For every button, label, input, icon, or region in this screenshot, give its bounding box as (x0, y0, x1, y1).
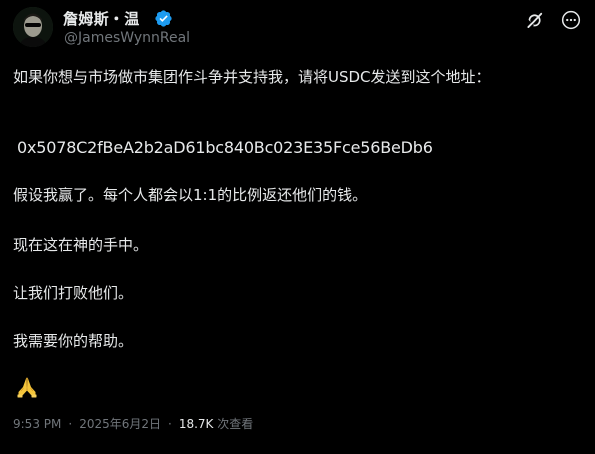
author-name-row: 詹姆斯・温 (63, 7, 173, 29)
avatar[interactable] (13, 7, 53, 47)
post-text-line: 我需要你的帮助。 (13, 332, 134, 350)
views-count: 18.7K (178, 417, 214, 431)
post-actions-top (525, 10, 581, 30)
post-time[interactable]: 9:53 PM (13, 417, 61, 431)
more-icon[interactable] (561, 10, 581, 30)
post-text-line: 现在这在神的手中。 (13, 236, 149, 254)
post-text-line: 假设我赢了。每个人都会以1:1的比例返还他们的钱。 (13, 186, 368, 204)
post-date[interactable]: 2025年6月2日 (79, 417, 161, 431)
meta-separator: · (68, 417, 73, 431)
post: 詹姆斯・温 @JamesWynnReal 如果你想与市场做市集团作斗争并支持我，… (0, 0, 595, 454)
post-meta: 9:53 PM · 2025年6月2日 · 18.7K 次查看 (13, 415, 253, 432)
author-handle[interactable]: @JamesWynnReal (64, 30, 190, 46)
grok-icon[interactable] (525, 10, 545, 30)
views-label: 次查看 (217, 417, 254, 431)
post-text-line: 让我们打败他们。 (13, 284, 134, 302)
post-text-line: 如果你想与市场做市集团作斗争并支持我，请将USDC发送到这个地址： (13, 68, 491, 86)
meta-separator: · (168, 417, 172, 431)
wallet-address: 0x5078C2fBeA2b2aD61bc840Bc023E35Fce56BeD… (17, 138, 433, 157)
verified-badge-icon (154, 9, 172, 27)
folded-hands-icon (17, 377, 37, 398)
avatar-image (13, 7, 53, 47)
display-name[interactable]: 詹姆斯・温 (63, 8, 140, 29)
